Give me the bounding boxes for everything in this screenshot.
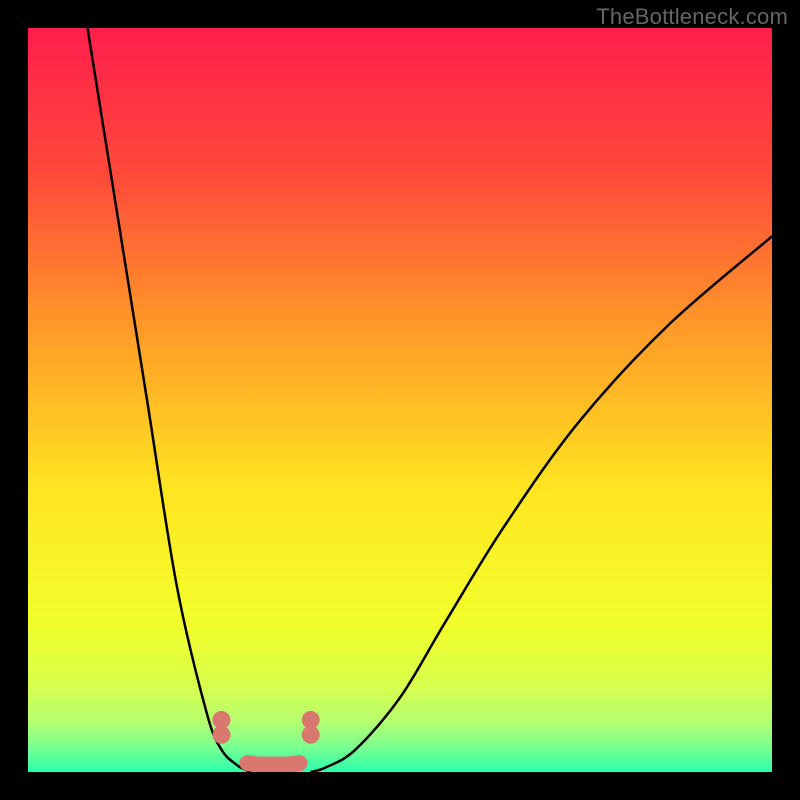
chart-container: TheBottleneck.com: [0, 0, 800, 800]
marker-dot: [302, 711, 320, 729]
plot-area: [28, 28, 772, 772]
gradient-background: [28, 28, 772, 772]
watermark-text: TheBottleneck.com: [596, 4, 788, 30]
marker-flat: [247, 763, 299, 764]
bottleneck-curve-chart: [28, 28, 772, 772]
marker-dot: [212, 726, 230, 744]
